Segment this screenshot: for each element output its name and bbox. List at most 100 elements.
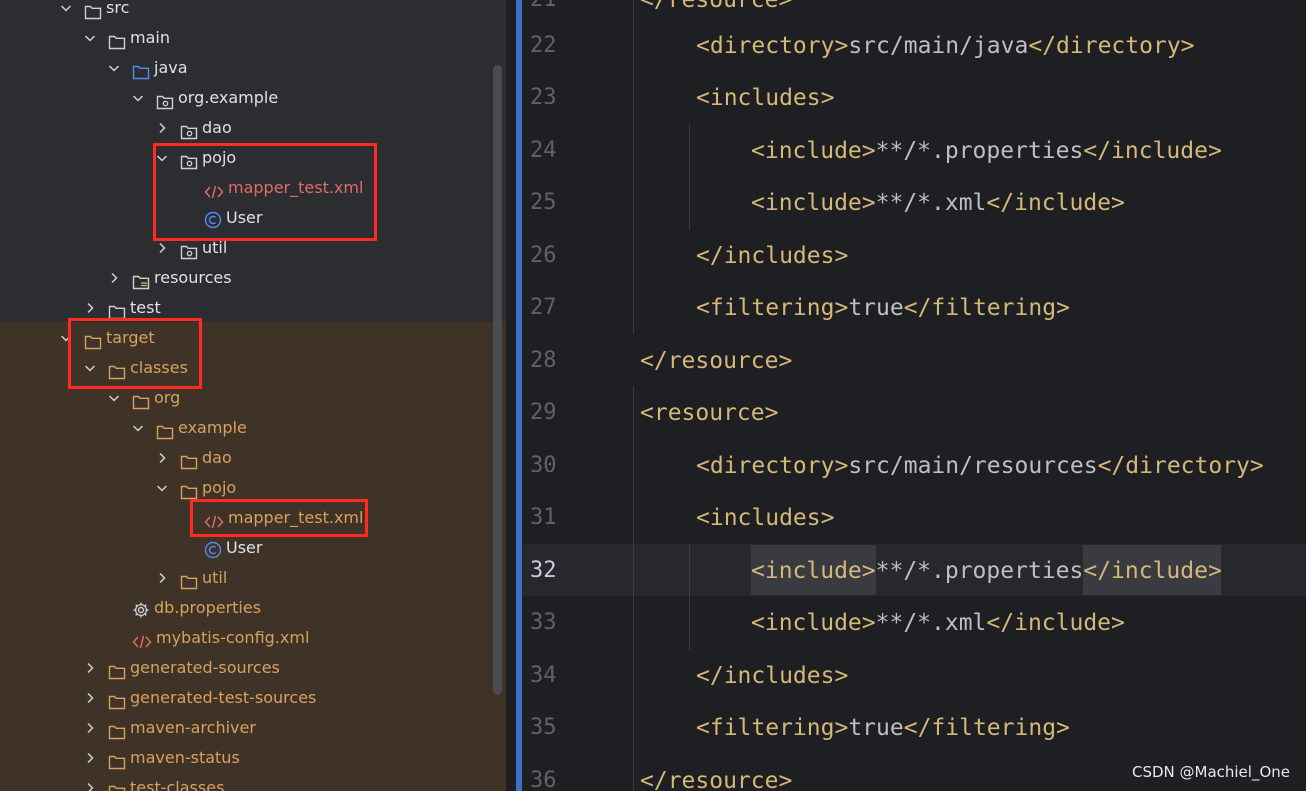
panel-divider[interactable]: [506, 0, 516, 791]
indent-guide: [633, 0, 634, 334]
line-number: 29: [530, 400, 557, 425]
code-line[interactable]: <directory>src/main/resources</directory…: [696, 440, 1264, 492]
xml-text: src/main/java: [848, 33, 1029, 59]
tree-item-label: dao: [202, 448, 232, 467]
code-line[interactable]: <includes>: [696, 72, 834, 124]
chevron-right-icon[interactable]: [156, 563, 170, 593]
folder-icon: [84, 0, 102, 20]
code-line[interactable]: </resource>: [640, 335, 792, 387]
folder-icon: [180, 480, 198, 500]
chevron-down-icon[interactable]: [132, 413, 146, 443]
code-line[interactable]: <include>**/*.xml</include>: [751, 597, 1125, 649]
tree-item-user[interactable]: User: [0, 533, 490, 563]
chevron-right-icon[interactable]: [84, 773, 98, 791]
xml-tag: </includes>: [696, 663, 849, 689]
xml-tag: </filtering>: [903, 295, 1070, 321]
xml-text: true: [848, 295, 904, 321]
project-tree: src main java org.example dao pojo mapper_test…: [0, 0, 506, 791]
tree-item-label: generated-test-sources: [130, 688, 317, 707]
tree-item-java[interactable]: java: [0, 53, 490, 83]
xml-text: **/*.properties: [875, 558, 1084, 584]
xml-text: src/main/resources: [848, 453, 1098, 479]
tree-item-label: mybatis-config.xml: [156, 628, 310, 647]
folder-icon: [108, 690, 126, 710]
tree-item-main[interactable]: main: [0, 23, 490, 53]
line-number: 34: [530, 663, 557, 688]
tree-item-resources[interactable]: resources: [0, 263, 490, 293]
tree-item-label: resources: [154, 268, 232, 287]
chevron-right-icon[interactable]: [108, 263, 122, 293]
chevron-right-icon[interactable]: [156, 113, 170, 143]
package-icon: [180, 240, 198, 260]
chevron-down-icon[interactable]: [60, 0, 74, 23]
folder-icon: [108, 720, 126, 740]
code-line[interactable]: <filtering>true</filtering>: [696, 702, 1070, 754]
code-line[interactable]: </includes>: [696, 230, 848, 282]
xml-text: **/*.xml: [875, 190, 987, 216]
xml-tag: </include>: [986, 190, 1125, 216]
code-line[interactable]: <filtering>true</filtering>: [696, 282, 1070, 334]
tree-item-org-example[interactable]: org.example: [0, 83, 490, 113]
chevron-right-icon[interactable]: [84, 743, 98, 773]
tree-item-db-properties[interactable]: db.properties: [0, 593, 490, 623]
code-line[interactable]: </includes>: [696, 650, 848, 702]
xml-tag: </filtering>: [903, 715, 1070, 741]
code-line[interactable]: <directory>src/main/java</directory>: [696, 20, 1195, 72]
code-line[interactable]: <include>**/*.xml</include>: [751, 177, 1125, 229]
line-number: 27: [530, 295, 557, 320]
code-line[interactable]: </resource>: [640, 755, 792, 791]
code-line[interactable]: <resource>: [640, 387, 778, 439]
code-line[interactable]: <includes>: [696, 492, 834, 544]
tree-item-generated-test-sources[interactable]: generated-test-sources: [0, 683, 490, 713]
tree-item-src[interactable]: src: [0, 0, 490, 23]
tree-item-mybatis-config-xml[interactable]: mybatis-config.xml: [0, 623, 490, 653]
line-number: 23: [530, 85, 557, 110]
xml-tag: <directory>: [696, 453, 849, 479]
tree-item-label: org.example: [178, 88, 279, 107]
code-editor[interactable]: 21</resource>22<directory>src/main/java<…: [516, 0, 1306, 791]
indent-guide: [689, 544, 690, 650]
highlight-target-mapper-xml: [190, 499, 368, 537]
watermark: CSDN @Machiel_One: [1131, 763, 1290, 781]
xml-tag: </includes>: [696, 243, 849, 269]
highlight-target-classes: [68, 318, 202, 389]
folder-icon: [156, 420, 174, 440]
folder-icon: [108, 30, 126, 50]
code-line[interactable]: <include>**/*.properties</include>: [751, 125, 1222, 177]
tree-scrollbar[interactable]: [493, 65, 502, 695]
xml-tag: </include>: [1083, 138, 1222, 164]
indent-guide: [689, 124, 690, 230]
chevron-right-icon[interactable]: [84, 653, 98, 683]
indent-guide: [633, 386, 634, 791]
xml-tag: </resource>: [640, 348, 793, 374]
highlight-src-pojo: [153, 143, 377, 241]
chevron-right-icon[interactable]: [84, 683, 98, 713]
chevron-right-icon[interactable]: [156, 443, 170, 473]
folder-icon: [180, 450, 198, 470]
chevron-right-icon[interactable]: [84, 713, 98, 743]
tree-item-example[interactable]: example: [0, 413, 490, 443]
tree-item-maven-status[interactable]: maven-status: [0, 743, 490, 773]
chevron-down-icon[interactable]: [132, 83, 146, 113]
chevron-down-icon[interactable]: [84, 23, 98, 53]
tree-item-generated-sources[interactable]: generated-sources: [0, 653, 490, 683]
tree-item-dao[interactable]: dao: [0, 113, 490, 143]
tree-item-maven-archiver[interactable]: maven-archiver: [0, 713, 490, 743]
line-number: 30: [530, 453, 557, 478]
xml-tag: <include>: [751, 610, 876, 636]
chevron-down-icon[interactable]: [156, 473, 170, 503]
chevron-down-icon[interactable]: [108, 53, 122, 83]
tree-item-label: generated-sources: [130, 658, 280, 677]
code-line[interactable]: <include>**/*.properties</include>: [751, 545, 1222, 597]
tree-item-label: main: [130, 28, 170, 47]
xml-tag: </resource>: [640, 0, 793, 13]
xml-tag: <includes>: [696, 505, 835, 531]
tree-item-test-classes[interactable]: test-classes: [0, 773, 490, 791]
tree-item-util[interactable]: util: [0, 563, 490, 593]
xml-text: **/*.xml: [875, 610, 987, 636]
xml-tag: <include>: [751, 138, 876, 164]
tree-item-dao[interactable]: dao: [0, 443, 490, 473]
xml-text: true: [848, 715, 904, 741]
folder-icon: [108, 660, 126, 680]
folder-icon: [132, 390, 150, 410]
